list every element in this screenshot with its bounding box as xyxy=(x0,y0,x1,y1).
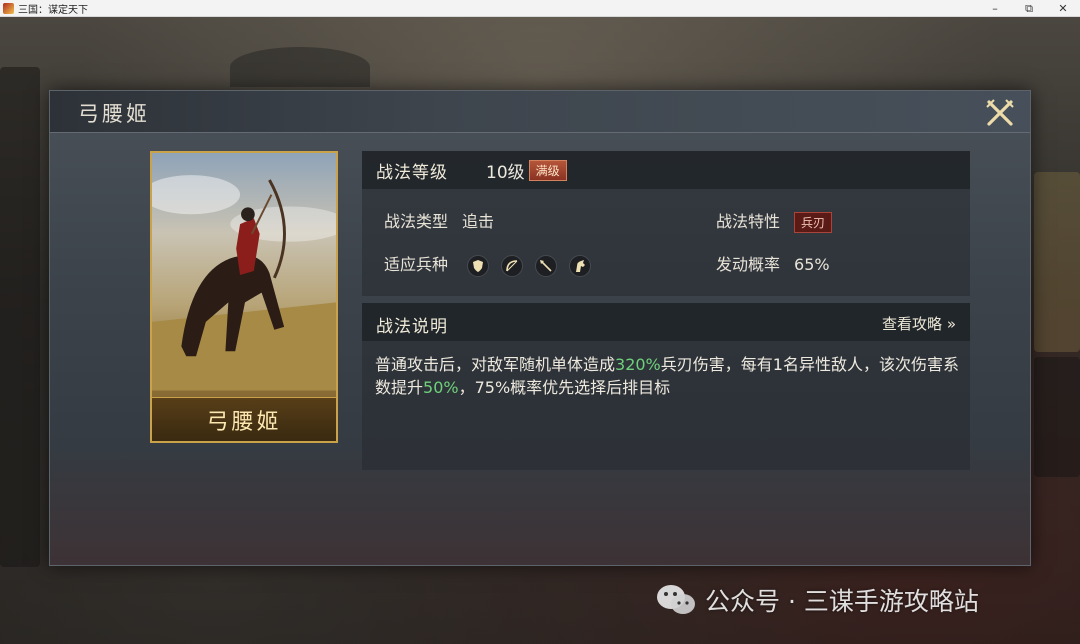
window-controls: – ⧉ ✕ xyxy=(978,0,1080,17)
damage-ratio-value: 320% xyxy=(615,355,661,374)
view-guide-link[interactable]: 查看攻略 » xyxy=(882,313,956,334)
troop-icons xyxy=(467,254,592,277)
close-window-button[interactable]: ✕ xyxy=(1046,0,1080,17)
trigger-rate-field: 发动概率 65% xyxy=(716,251,830,275)
tactic-trait-field: 战法特性 兵刃 xyxy=(716,208,833,233)
maxed-badge: 满级 xyxy=(528,159,567,181)
description-part-3: ，75%概率优先选择后排目标 xyxy=(458,378,671,397)
hero-name: 弓腰姬 xyxy=(206,409,282,435)
tactic-dialog: 弓腰姬 弓腰姬 战法等级 10级 满级 战法类型 追击 战法特性 兵刃 适应兵种… xyxy=(49,90,1031,566)
shield-icon xyxy=(467,254,490,277)
watermark: 公众号 · 三谋手游攻略站 xyxy=(655,582,979,618)
tactic-trait-label: 战法特性 xyxy=(716,212,781,231)
dialog-header: 弓腰姬 xyxy=(50,91,1030,133)
description-title: 战法说明 xyxy=(376,317,448,337)
hero-portrait xyxy=(152,175,336,391)
bg-right-panel xyxy=(1034,172,1080,352)
window-titlebar: 三国：谋定天下 – ⧉ ✕ xyxy=(0,0,1080,17)
description-part-1: 普通攻击后，对敌军随机单体造成 xyxy=(375,355,616,374)
bow-icon xyxy=(501,254,524,277)
bg-building xyxy=(230,47,370,87)
troop-types-field: 适应兵种 xyxy=(384,251,592,277)
close-icon xyxy=(986,99,1014,126)
tactic-description-panel: 战法说明 查看攻略 » 普通攻击后，对敌军随机单体造成320%兵刃伤害，每有1名… xyxy=(362,303,970,470)
bg-left-panel xyxy=(0,67,40,567)
hero-card: 弓腰姬 xyxy=(150,151,338,443)
tactic-level-row: 战法等级 10级 满级 xyxy=(362,151,970,189)
restore-button[interactable]: ⧉ xyxy=(1012,0,1046,17)
trigger-rate-label: 发动概率 xyxy=(716,255,781,274)
window-title: 三国：谋定天下 xyxy=(18,4,88,16)
trigger-rate-value: 65% xyxy=(794,255,830,274)
bonus-ratio-value: 50% xyxy=(423,378,459,397)
bg-right-list xyxy=(1034,357,1080,477)
crossed-swords-icon[interactable] xyxy=(984,97,1016,129)
tactic-type-label: 战法类型 xyxy=(384,212,449,231)
app-icon xyxy=(3,2,14,14)
minimize-button[interactable]: – xyxy=(978,0,1012,17)
watermark-text: 公众号 · 三谋手游攻略站 xyxy=(705,587,979,616)
tactic-level-value: 10级 xyxy=(486,162,525,183)
tactic-trait-badge: 兵刃 xyxy=(794,212,833,233)
troop-types-label: 适应兵种 xyxy=(384,255,449,274)
wechat-icon xyxy=(657,585,695,614)
tactic-level-label: 战法等级 xyxy=(376,162,448,183)
hero-name-bar: 弓腰姬 xyxy=(152,397,336,441)
description-text: 普通攻击后，对敌军随机单体造成320%兵刃伤害，每有1名异性敌人，该次伤害系数提… xyxy=(375,353,963,399)
tactic-type-field: 战法类型 追击 xyxy=(384,208,494,232)
tactic-type-value: 追击 xyxy=(462,212,495,231)
horse-icon xyxy=(569,254,592,277)
tactic-info-panel: 战法等级 10级 满级 战法类型 追击 战法特性 兵刃 适应兵种 发动概率 65… xyxy=(362,151,970,296)
description-header: 战法说明 查看攻略 » xyxy=(362,303,970,341)
spear-icon xyxy=(535,254,558,277)
dialog-title: 弓腰姬 xyxy=(78,102,150,126)
